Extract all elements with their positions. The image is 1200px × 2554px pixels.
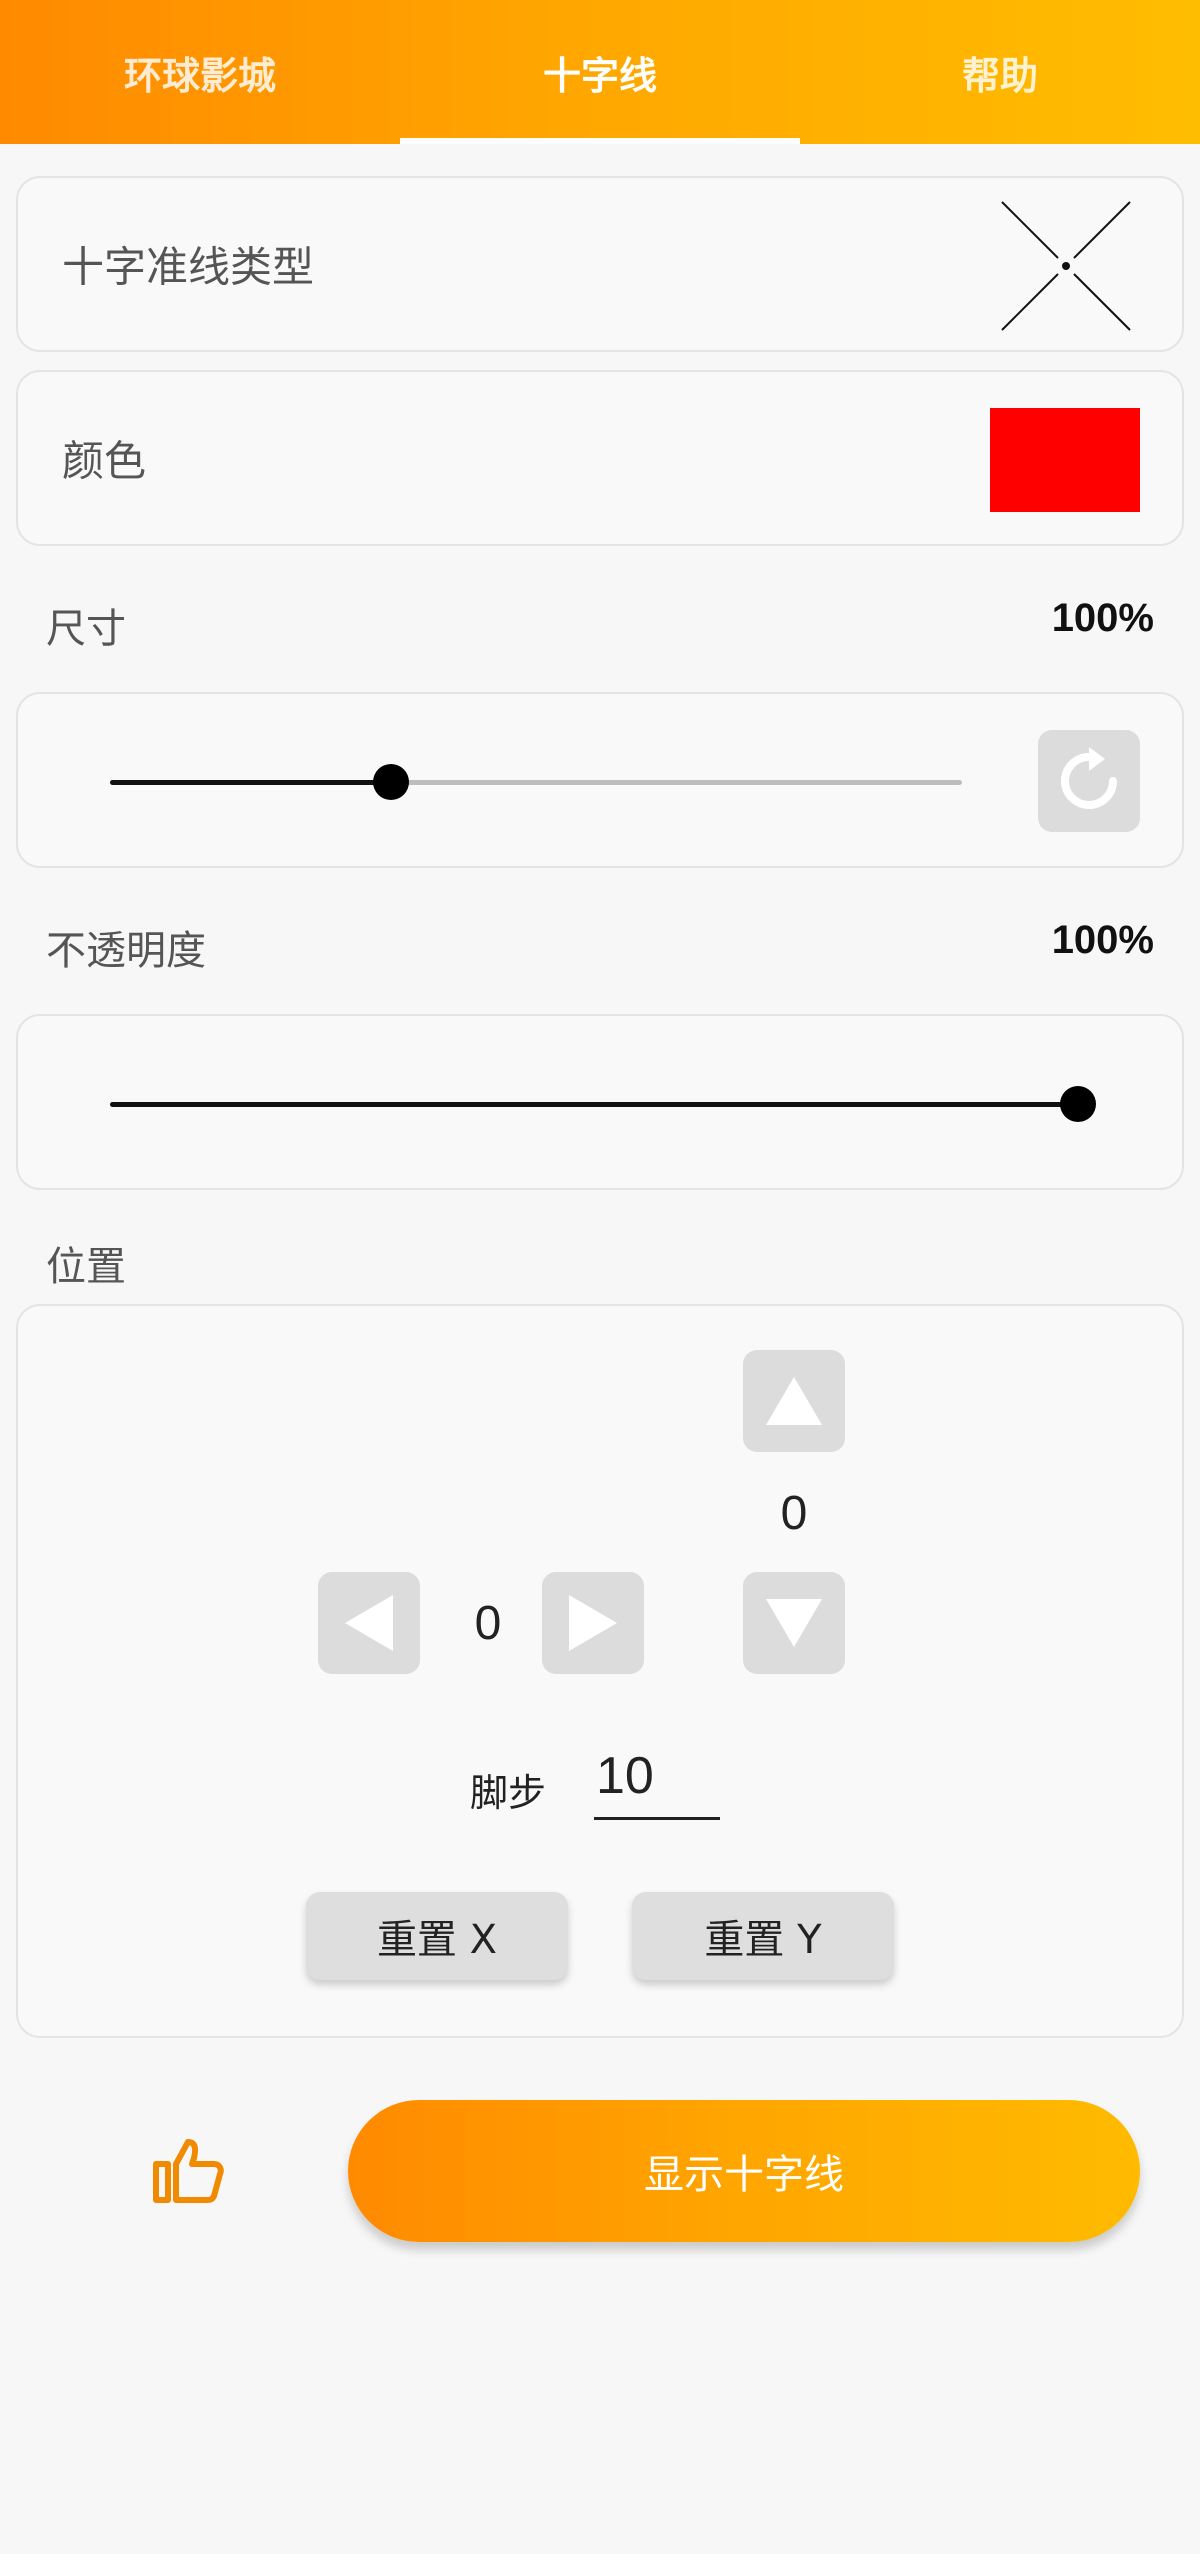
arrow-right-icon xyxy=(569,1595,617,1651)
move-left-button[interactable] xyxy=(318,1572,420,1674)
position-label: 位置 xyxy=(46,1244,126,1290)
tab-help[interactable]: 帮助 xyxy=(800,0,1200,144)
size-slider-thumb[interactable] xyxy=(373,764,410,800)
show-crosshair-button[interactable]: 显示十字线 xyxy=(348,2100,1140,2242)
step-label: 脚步 xyxy=(470,1771,547,1815)
tab-label: 环球影城 xyxy=(123,53,276,98)
color-swatch[interactable] xyxy=(990,408,1140,512)
size-slider-card xyxy=(16,692,1184,868)
crosshair-type-row[interactable]: 十字准线类型 xyxy=(16,176,1184,352)
size-reset-button[interactable] xyxy=(1038,730,1140,832)
color-label: 颜色 xyxy=(62,436,147,486)
opacity-slider-card xyxy=(16,1014,1184,1190)
opacity-label: 不透明度 xyxy=(46,928,206,974)
move-right-button[interactable] xyxy=(542,1572,644,1674)
step-input[interactable]: 10 xyxy=(594,1736,720,1820)
size-slider[interactable] xyxy=(110,764,962,800)
reset-y-button[interactable]: 重置 Y xyxy=(632,1892,894,1980)
opacity-slider[interactable] xyxy=(110,1086,1096,1122)
tab-label: 十字线 xyxy=(542,53,657,98)
thumbs-up-icon[interactable] xyxy=(152,2136,224,2204)
y-value: 0 xyxy=(780,1487,808,1540)
position-card: 0 0 脚步 10 重置 X 重置 Y xyxy=(16,1304,1184,2038)
tab-crosshair[interactable]: 十字线 xyxy=(400,0,800,144)
step-value: 10 xyxy=(596,1747,654,1805)
x-value: 0 xyxy=(474,1597,502,1650)
opacity-value: 100% xyxy=(1051,918,1154,962)
tab-universal-studios[interactable]: 环球影城 xyxy=(0,0,400,144)
reset-x-button[interactable]: 重置 X xyxy=(306,1892,568,1980)
arrow-left-icon xyxy=(345,1595,393,1651)
arrow-down-icon xyxy=(766,1599,822,1647)
active-tab-indicator xyxy=(400,138,800,144)
size-label: 尺寸 xyxy=(46,606,126,652)
reset-x-label: 重置 X xyxy=(376,1917,498,1963)
reset-y-label: 重置 Y xyxy=(704,1917,822,1963)
tab-label: 帮助 xyxy=(961,53,1038,98)
size-value: 100% xyxy=(1051,596,1154,640)
size-slider-fill xyxy=(110,780,392,785)
show-crosshair-label: 显示十字线 xyxy=(644,2152,844,2198)
arrow-up-icon xyxy=(766,1377,822,1425)
move-down-button[interactable] xyxy=(743,1572,845,1674)
color-row[interactable]: 颜色 xyxy=(16,370,1184,546)
tab-bar: 环球影城 十字线 帮助 xyxy=(0,0,1200,144)
move-up-button[interactable] xyxy=(743,1350,845,1452)
opacity-slider-thumb[interactable] xyxy=(1060,1086,1096,1122)
x-crosshair-icon[interactable] xyxy=(998,198,1134,334)
refresh-icon xyxy=(1061,747,1117,809)
crosshair-type-label: 十字准线类型 xyxy=(62,242,315,292)
opacity-slider-fill xyxy=(110,1102,1078,1107)
